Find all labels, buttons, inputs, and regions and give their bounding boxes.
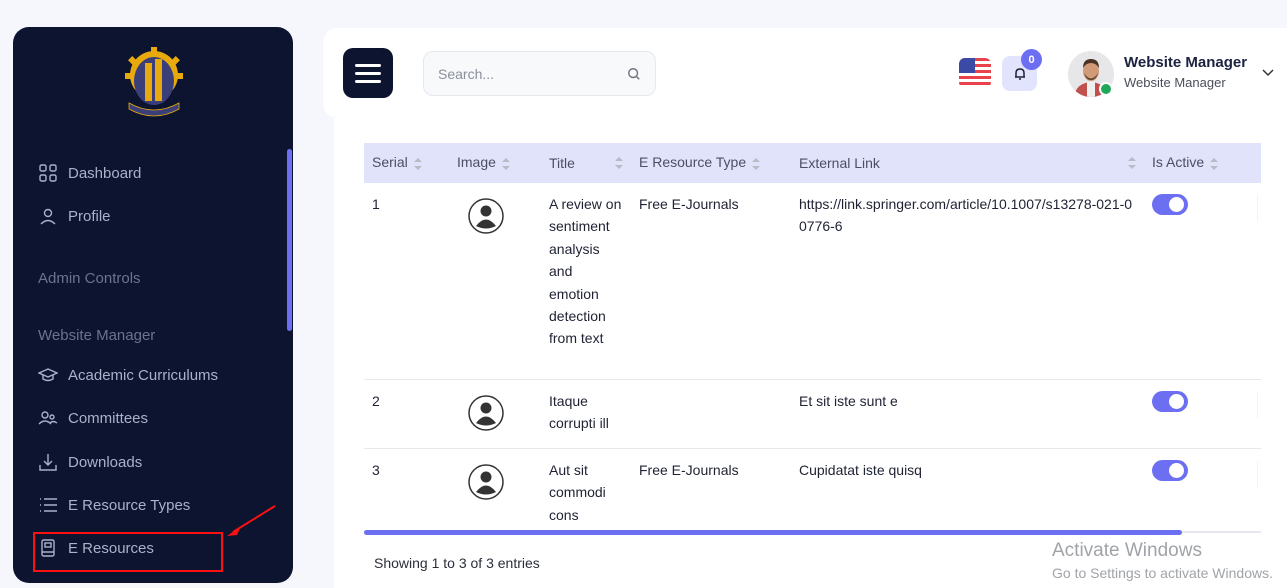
sidebar-item-academic-curriculums[interactable]: Academic Curriculums — [38, 363, 218, 387]
sort-icon — [501, 156, 510, 172]
column-header-e-resource-type[interactable]: E Resource Type — [631, 143, 791, 183]
sort-icon — [752, 156, 761, 172]
cell-external-link[interactable]: https://link.springer.com/article/10.100… — [791, 183, 1144, 380]
sidebar-item-downloads[interactable]: Downloads — [38, 450, 142, 474]
sidebar-item-label: Dashboard — [68, 164, 142, 182]
cell-serial: 2 — [364, 379, 449, 449]
table-row: 2 Itaque corrupti ill Et sit iste sunt e — [364, 379, 1261, 449]
entries-info: Showing 1 to 3 of 3 entries — [374, 555, 540, 571]
cell-type — [631, 379, 791, 449]
sort-icon — [1210, 156, 1219, 172]
horizontal-scrollbar[interactable] — [364, 530, 1182, 535]
sidebar-item-committees[interactable]: Committees — [38, 406, 148, 430]
bell-icon — [1014, 67, 1025, 80]
sidebar-item-label: Committees — [68, 409, 149, 427]
windows-activation-title: Activate Windows — [1052, 540, 1202, 561]
table-header-row: Serial Image Title E Resource Type Exter… — [364, 143, 1261, 183]
cell-external-link[interactable]: Cupidatat iste quisq — [791, 448, 1144, 536]
hamburger-icon — [355, 63, 381, 67]
e-resources-card: Serial Image Title E Resource Type Exter… — [334, 118, 1287, 588]
list-icon — [40, 498, 57, 512]
us-flag-icon[interactable] — [959, 58, 991, 88]
e-resources-table: Serial Image Title E Resource Type Exter… — [364, 143, 1261, 536]
cell-serial: 1 — [364, 183, 449, 380]
is-active-toggle[interactable] — [1152, 459, 1188, 481]
column-header-image[interactable]: Image — [449, 143, 541, 183]
table-row: 3 Aut sit commodi cons Free E-Journals C… — [364, 448, 1261, 536]
notification-count-badge: 0 — [1021, 49, 1042, 70]
sort-icon — [413, 156, 422, 172]
chevron-down-icon[interactable] — [1261, 68, 1275, 78]
sidebar-item-e-resource-types[interactable]: E Resource Types — [38, 493, 190, 517]
cell-title: Itaque corrupti ill — [541, 379, 631, 449]
column-header-external-link[interactable]: External Link — [791, 143, 1144, 183]
graduation-cap-icon — [38, 368, 58, 382]
user-icon — [40, 208, 56, 225]
sort-icon — [1128, 155, 1136, 171]
sort-icon — [615, 155, 623, 171]
top-header: 0 Website Manager Website Manager — [323, 28, 1287, 118]
cell-title: Aut sit commodi cons — [549, 461, 606, 523]
cell-type: Free E-Journals — [631, 183, 791, 380]
university-logo — [125, 47, 183, 117]
action-cell-edge — [1257, 391, 1258, 418]
download-icon — [39, 454, 57, 471]
column-header-title[interactable]: Title — [541, 143, 631, 183]
table-row: 1 A review on sentiment analysis and emo… — [364, 183, 1261, 380]
annotation-highlight-box — [33, 532, 223, 572]
windows-activation-subtitle: Go to Settings to activate Windows. — [1052, 565, 1273, 581]
action-cell-edge — [1257, 195, 1258, 221]
cell-title: A review on sentiment analysis and emoti… — [541, 183, 631, 380]
sidebar: Dashboard Profile Admin Controls Website… — [13, 27, 293, 583]
users-icon — [38, 411, 58, 425]
is-active-toggle[interactable] — [1152, 390, 1188, 412]
sidebar-item-label: Academic Curriculums — [68, 366, 219, 384]
user-placeholder-icon — [468, 394, 504, 431]
cell-serial: 3 — [372, 461, 380, 478]
section-admin-controls: Admin Controls — [38, 270, 141, 287]
search-input[interactable] — [438, 65, 627, 82]
user-placeholder-icon — [468, 464, 504, 500]
sidebar-item-profile[interactable]: Profile — [38, 204, 111, 228]
menu-toggle-button[interactable] — [343, 48, 393, 98]
sidebar-item-label: Downloads — [68, 453, 143, 471]
user-name: Website Manager — [1124, 54, 1248, 71]
sidebar-scrollbar[interactable] — [287, 149, 292, 331]
column-header-serial[interactable]: Serial — [364, 143, 449, 183]
is-active-toggle[interactable] — [1152, 194, 1188, 215]
sidebar-item-label: E Resource Types — [68, 496, 191, 514]
search-box — [423, 51, 656, 96]
sidebar-item-label: Profile — [68, 207, 111, 225]
action-cell-edge — [1257, 460, 1258, 487]
online-status-dot — [1099, 82, 1113, 96]
cell-type: Free E-Journals — [639, 461, 739, 478]
search-icon[interactable] — [627, 67, 641, 81]
sidebar-item-dashboard[interactable]: Dashboard — [38, 161, 141, 185]
annotation-arrow-icon — [227, 505, 276, 536]
section-website-manager: Website Manager — [38, 327, 156, 344]
user-placeholder-icon — [468, 198, 504, 234]
column-header-is-active[interactable]: Is Active — [1144, 143, 1249, 183]
user-role: Website Manager — [1124, 75, 1226, 90]
grid-icon — [39, 164, 57, 182]
cell-external-link[interactable]: Et sit iste sunt e — [791, 379, 1144, 449]
